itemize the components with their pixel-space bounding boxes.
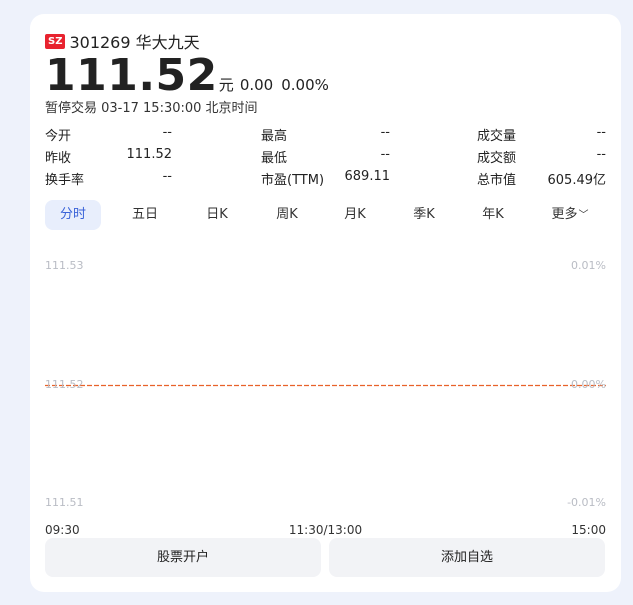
stat-label: 总市值 — [477, 173, 517, 188]
tab-label: 季K — [413, 207, 435, 222]
stat-label: 成交额 — [477, 151, 517, 166]
stat-value: -- — [162, 125, 172, 140]
trading-status: 暂停交易 03-17 15:30:00 北京时间 — [45, 101, 258, 116]
price-change: 0.00 — [239, 76, 274, 94]
tab-label: 日K — [206, 207, 228, 222]
tab-label: 月K — [344, 207, 366, 222]
y-axis-tick-right: 0.00% — [571, 377, 606, 391]
stat-value: 111.52 — [126, 147, 173, 162]
price-row: 111.52 元 0.00 0.00% — [45, 52, 337, 100]
chevron-down-icon: ﹀ — [578, 210, 589, 221]
chart-canvas — [45, 384, 606, 387]
y-axis-tick-left: 111.53 — [45, 259, 84, 272]
stat-value: -- — [162, 169, 172, 184]
price-change-pct: 0.00% — [281, 76, 329, 94]
stat-row: 换手率 -- 市盈(TTM) 689.11 总市值 605.49亿 — [45, 167, 606, 189]
tab-label: 周K — [276, 207, 298, 222]
stat-value: -- — [380, 147, 390, 162]
stock-header: SZ 301269 华大九天 — [45, 30, 200, 52]
open-account-button[interactable]: 股票开户 — [45, 538, 321, 577]
tab-label: 更多 — [551, 207, 578, 222]
stats-grid: 今开 -- 最高 -- 成交量 -- 昨收 111.52 最低 -- 成交额 -… — [45, 123, 606, 189]
stat-value: 689.11 — [344, 169, 391, 184]
tab-weekly-k[interactable]: 周K — [259, 200, 315, 230]
stat-label: 昨收 — [45, 151, 72, 166]
market-badge: SZ — [45, 33, 66, 49]
current-price: 111.52 — [45, 50, 218, 101]
tab-intraday[interactable]: 分时 — [45, 200, 101, 230]
tab-yearly-k[interactable]: 年K — [465, 200, 521, 230]
stat-label: 今开 — [45, 129, 72, 144]
price-unit: 元 — [218, 76, 234, 94]
y-axis-tick-right: 0.01% — [571, 259, 606, 272]
stat-label: 最高 — [261, 129, 288, 144]
y-axis-tick-right: -0.01% — [567, 496, 606, 509]
stat-value: -- — [380, 125, 390, 140]
tab-label: 五日 — [131, 207, 158, 222]
stat-label: 最低 — [261, 151, 288, 166]
stat-value: 605.49亿 — [547, 173, 607, 188]
tab-label: 分时 — [59, 207, 86, 222]
stat-label: 成交量 — [477, 129, 517, 144]
stat-row: 今开 -- 最高 -- 成交量 -- — [45, 123, 606, 145]
chart-period-tabs: 分时 五日 日K 周K 月K 季K 年K 更多﹀ — [45, 200, 606, 230]
intraday-chart: 111.53 111.52 111.51 0.01% 0.00% -0.01% 09:30 1… — [45, 242, 606, 542]
add-watchlist-button[interactable]: 添加自选 — [329, 538, 605, 577]
stat-row: 昨收 111.52 最低 -- 成交额 -- — [45, 145, 606, 167]
tab-label: 年K — [482, 207, 504, 222]
x-axis-tick: 11:30/13:00 — [288, 523, 363, 537]
tab-five-day[interactable]: 五日 — [117, 200, 173, 230]
x-axis-tick: 09:30 — [45, 523, 80, 537]
stock-card: SZ 301269 华大九天 111.52 元 0.00 0.00% 暂停交易 … — [30, 14, 621, 592]
tab-monthly-k[interactable]: 月K — [327, 200, 383, 230]
stat-value: -- — [596, 125, 606, 140]
tab-daily-k[interactable]: 日K — [189, 200, 245, 230]
x-axis-tick: 15:00 — [571, 523, 606, 537]
stat-value: -- — [596, 147, 606, 162]
tab-quarterly-k[interactable]: 季K — [396, 200, 452, 230]
stat-label: 市盈(TTM) — [261, 173, 325, 188]
stat-label: 换手率 — [45, 173, 85, 188]
tab-more[interactable]: 更多﹀ — [542, 200, 598, 230]
y-axis-tick-left: 111.51 — [45, 496, 84, 509]
y-axis-tick-left: 111.52 — [45, 377, 84, 391]
